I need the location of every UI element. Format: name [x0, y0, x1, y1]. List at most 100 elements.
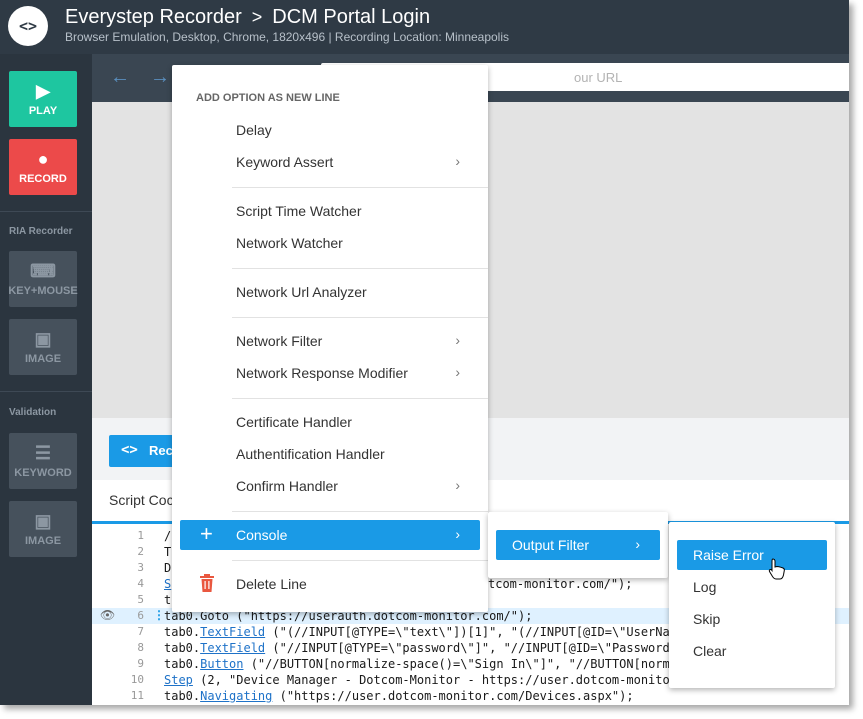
add-option-menu: ADD OPTION AS NEW LINE Delay Keyword Ass… — [172, 65, 488, 612]
menu-item-label: Script Time Watcher — [236, 203, 362, 219]
menu-item-delay[interactable]: Delay — [172, 115, 488, 145]
menu-item-label: Network Response Modifier — [236, 365, 408, 381]
keyboard-mouse-icon: ⌨ — [30, 261, 56, 281]
output-filter-submenu: Raise Error Log Skip Clear — [669, 522, 835, 688]
chevron-right-icon: › — [455, 332, 460, 348]
menu-item-label: Confirm Handler — [236, 478, 338, 494]
code-keyword: TextField — [200, 641, 266, 655]
line-number: 11 — [130, 689, 144, 702]
code-token: ("//BUTTON[normalize-space()=\"Sign In\"… — [243, 657, 677, 671]
chevron-right-icon: › — [455, 153, 460, 169]
key-mouse-button[interactable]: ⌨ KEY+MOUSE — [8, 251, 78, 307]
menu-item-network-response-modifier[interactable]: Network Response Modifier › — [172, 358, 488, 388]
sidebar: ▶ PLAY ● RECORD RIA Recorder ⌨ KEY+MOUSE… — [0, 54, 92, 705]
menu-item-label: Network Url Analyzer — [236, 284, 367, 300]
option-log[interactable]: Log — [669, 572, 835, 602]
sidebar-divider — [0, 391, 92, 392]
menu-item-label: Network Filter — [236, 333, 323, 349]
eye-icon[interactable]: 👁 — [100, 608, 115, 622]
menu-item-label: Console — [236, 527, 288, 543]
menu-item-output-filter[interactable]: Output Filter › — [496, 530, 660, 560]
line-text: tab0.TextField ("(//INPUT[@TYPE=\"text\"… — [164, 625, 677, 639]
app-title: Everystep Recorder — [65, 6, 242, 28]
line-text: / — [164, 529, 172, 543]
line-text: tab0.Button ("//BUTTON[normalize-space()… — [164, 657, 677, 671]
record-button[interactable]: ● RECORD — [9, 139, 77, 195]
code-line[interactable]: 11 tab0.Navigating ("https://user.dotcom-… — [92, 688, 849, 704]
code-token: tab0. — [164, 689, 201, 703]
menu-item-network-filter[interactable]: Network Filter › — [172, 326, 488, 356]
line-text: tab0.Navigating ("https://user.dotcom-mo… — [164, 689, 634, 703]
code-token: tab0. — [164, 641, 201, 655]
option-label: Clear — [693, 643, 727, 659]
line-text: Step (2, "Device Manager - Dotcom-Monito… — [164, 673, 677, 687]
menu-item-label: Delete Line — [236, 576, 307, 592]
code-token: (2, "Device Manager - Dotcom-Monitor - h… — [192, 673, 677, 687]
line-number: 7 — [137, 625, 144, 638]
menu-divider — [232, 511, 488, 512]
menu-item-delete-line[interactable]: Delete Line — [172, 569, 488, 599]
option-raise-error[interactable]: Raise Error — [677, 540, 827, 570]
play-icon: ▶ — [36, 81, 50, 101]
chevron-right-icon: › — [455, 477, 460, 493]
menu-item-script-time-watcher[interactable]: Script Time Watcher — [172, 196, 488, 226]
code-token: ("//INPUT[@TYPE=\"password\"]", "//INPUT… — [265, 641, 677, 655]
chevron-right-icon: › — [635, 536, 640, 552]
app-header: <> Everystep Recorder > DCM Portal Login B… — [0, 0, 849, 54]
option-skip[interactable]: Skip — [669, 604, 835, 634]
menu-item-network-watcher[interactable]: Network Watcher — [172, 228, 488, 258]
code-token: ("(//INPUT[@TYPE=\"text\"])[1]", "(//INP… — [265, 625, 677, 639]
line-text: tab0.TextField ("//INPUT[@TYPE=\"passwor… — [164, 641, 677, 655]
line-number: 10 — [130, 673, 144, 686]
menu-item-console[interactable]: + Console › — [180, 520, 480, 550]
keyword-button[interactable]: ☰ KEYWORD — [9, 433, 77, 489]
menu-divider — [232, 317, 488, 318]
menu-item-certificate-handler[interactable]: Certificate Handler — [172, 407, 488, 437]
tab-script-code[interactable]: Script Coc — [109, 492, 174, 508]
chevron-right-icon: › — [455, 526, 460, 542]
line-number: 6 — [137, 609, 144, 622]
code-keyword: Navigating — [200, 689, 273, 703]
menu-item-keyword-assert[interactable]: Keyword Assert › — [172, 147, 488, 177]
menu-divider — [232, 560, 488, 561]
menu-item-network-url-analyzer[interactable]: Network Url Analyzer — [172, 277, 488, 307]
menu-divider — [232, 268, 488, 269]
menu-item-confirm-handler[interactable]: Confirm Handler › — [172, 471, 488, 501]
menu-item-label: Network Watcher — [236, 235, 343, 251]
menu-item-authentification-handler[interactable]: Authentification Handler — [172, 439, 488, 469]
option-label: Log — [693, 579, 717, 595]
page-title: DCM Portal Login — [272, 6, 431, 28]
menu-item-label: Authentification Handler — [236, 446, 385, 462]
line-text: S — [164, 577, 172, 591]
line-text: T — [164, 545, 172, 559]
option-label: Raise Error — [693, 547, 764, 563]
hand-cursor-icon — [768, 558, 785, 580]
code-token: tab0. — [164, 657, 201, 671]
menu-heading: ADD OPTION AS NEW LINE — [196, 92, 340, 104]
line-number: 1 — [137, 529, 144, 542]
record-icon: ● — [37, 149, 49, 169]
code-icon: <> — [121, 442, 138, 458]
line-text-tail: tcom-monitor.com/"); — [488, 577, 633, 591]
code-logo-icon[interactable]: <> — [8, 6, 48, 46]
back-arrow-icon[interactable]: ← — [110, 66, 130, 89]
line-text: t — [164, 593, 172, 607]
play-button[interactable]: ▶ PLAY — [9, 71, 77, 127]
forward-arrow-icon[interactable]: → — [150, 66, 170, 89]
image-validation-label: IMAGE — [24, 535, 62, 547]
trash-icon — [200, 574, 214, 592]
option-clear[interactable]: Clear — [669, 636, 835, 666]
line-number: 4 — [137, 577, 144, 590]
breadcrumb: Everystep Recorder > DCM Portal Login — [65, 6, 430, 29]
keyword-label: KEYWORD — [14, 467, 72, 479]
record-label: RECORD — [19, 173, 67, 185]
menu-item-label: Certificate Handler — [236, 414, 352, 430]
plus-icon: + — [200, 521, 213, 546]
code-keyword: TextField — [200, 625, 266, 639]
image-button[interactable]: ▣ IMAGE — [9, 319, 77, 375]
image-validation-button[interactable]: ▣ IMAGE — [9, 501, 77, 557]
image-check-icon: ▣ — [34, 511, 52, 531]
line-number: 5 — [137, 593, 144, 606]
sidebar-divider — [0, 211, 92, 212]
key-mouse-label: KEY+MOUSE — [8, 285, 78, 297]
